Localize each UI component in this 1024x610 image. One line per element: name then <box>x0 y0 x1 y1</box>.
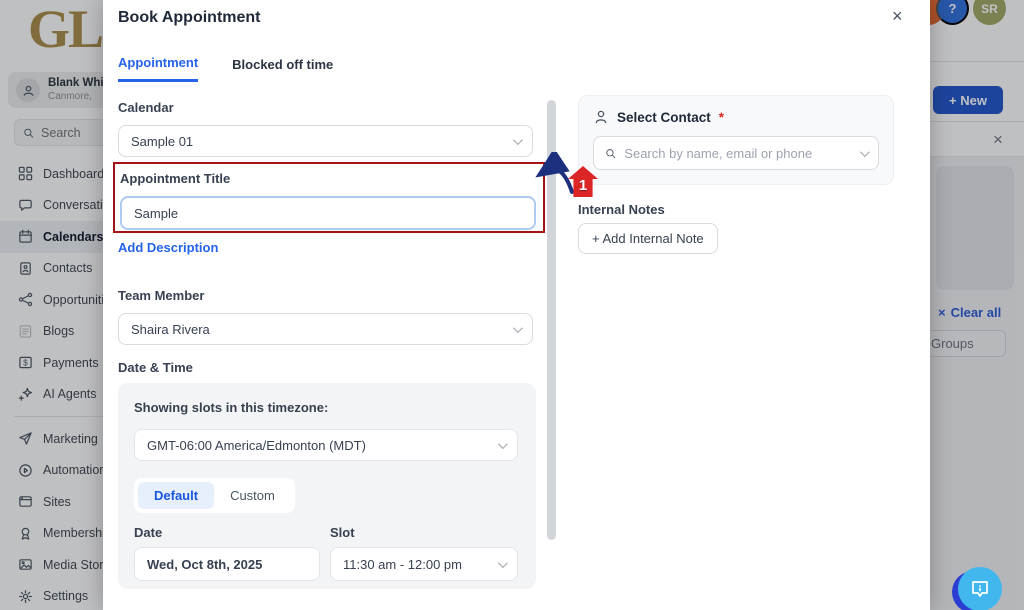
person-icon <box>593 109 609 125</box>
contact-search-input[interactable] <box>624 146 852 161</box>
slot-select-value: 11:30 am - 12:00 pm <box>343 557 462 572</box>
required-asterisk: * <box>719 110 724 125</box>
modal-tabs: Appointment Blocked off time <box>118 55 333 82</box>
team-member-label: Team Member <box>118 288 204 303</box>
date-label: Date <box>134 525 330 540</box>
select-contact-label: Select Contact <box>617 110 711 125</box>
chevron-down-icon <box>498 558 508 568</box>
timezone-label: Showing slots in this timezone: <box>134 400 520 415</box>
team-member-select-value: Shaira Rivera <box>131 322 210 337</box>
book-appointment-modal: Book Appointment × Appointment Blocked o… <box>103 0 930 610</box>
date-input-value: Wed, Oct 8th, 2025 <box>147 557 262 572</box>
calendar-select[interactable]: Sample 01 <box>118 125 533 157</box>
timezone-select-value: GMT-06:00 America/Edmonton (MDT) <box>147 438 366 453</box>
calendar-select-value: Sample 01 <box>131 134 193 149</box>
chat-bubble-icon <box>958 567 1002 610</box>
team-member-select[interactable]: Shaira Rivera <box>118 313 533 345</box>
calendar-label: Calendar <box>118 100 174 115</box>
date-input[interactable]: Wed, Oct 8th, 2025 <box>134 547 320 581</box>
chevron-down-icon <box>513 323 523 333</box>
slot-mode-toggle: Default Custom <box>134 478 295 513</box>
screen: ? SR + New × × Clear all Groups GL Blank… <box>0 0 1024 610</box>
chat-widget-button[interactable] <box>952 567 1002 610</box>
chevron-down-icon <box>513 135 523 145</box>
slot-select[interactable]: 11:30 am - 12:00 pm <box>330 547 518 581</box>
appointment-title-input[interactable] <box>120 196 536 230</box>
chevron-down-icon <box>860 147 870 157</box>
mode-custom-button[interactable]: Custom <box>214 482 291 509</box>
add-internal-note-button[interactable]: + Add Internal Note <box>578 223 718 254</box>
tab-blocked-off-time[interactable]: Blocked off time <box>232 55 333 82</box>
add-description-link[interactable]: Add Description <box>118 240 218 255</box>
close-icon[interactable]: × <box>892 7 903 25</box>
appointment-title-label: Appointment Title <box>120 171 230 186</box>
search-icon <box>605 147 616 160</box>
tab-appointment[interactable]: Appointment <box>118 55 198 82</box>
date-time-label: Date & Time <box>118 360 193 375</box>
select-contact-card: Select Contact * <box>578 95 894 185</box>
date-time-panel: Showing slots in this timezone: GMT-06:0… <box>118 383 536 589</box>
mode-default-button[interactable]: Default <box>138 482 214 509</box>
slot-label: Slot <box>330 525 355 540</box>
chevron-down-icon <box>498 439 508 449</box>
modal-title: Book Appointment <box>118 9 261 27</box>
contact-search-select[interactable] <box>593 136 879 170</box>
annotation-step-number: 1 <box>579 177 587 194</box>
timezone-select[interactable]: GMT-06:00 America/Edmonton (MDT) <box>134 429 518 461</box>
